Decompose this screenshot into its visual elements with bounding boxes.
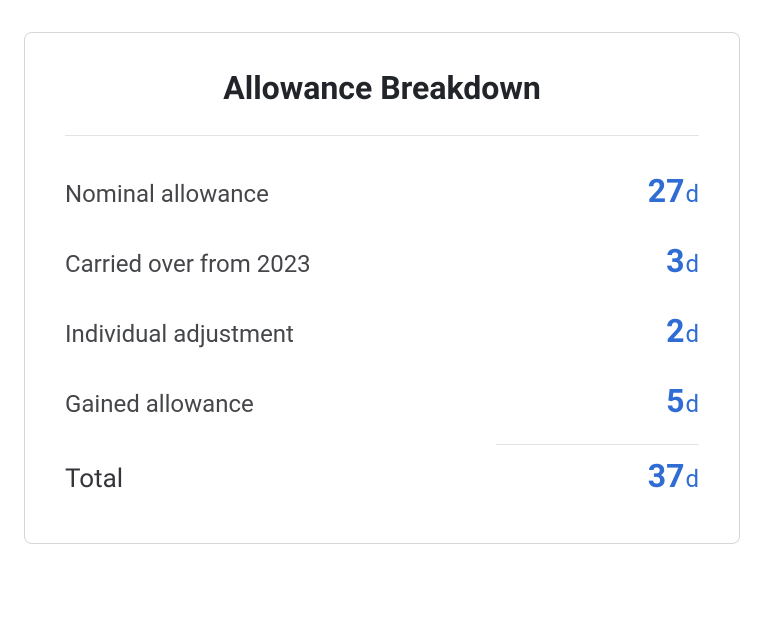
row-value: 2 xyxy=(666,312,684,350)
total-unit: d xyxy=(685,465,699,493)
row-label: Carried over from 2023 xyxy=(65,250,311,278)
allowance-breakdown-card: Allowance Breakdown Nominal allowance 27… xyxy=(24,32,740,544)
table-row: Individual adjustment 2d xyxy=(65,312,699,350)
total-value-wrapper: 37d xyxy=(648,457,699,495)
card-title: Allowance Breakdown xyxy=(65,69,699,107)
row-value-wrapper: 5d xyxy=(666,382,699,420)
row-value: 3 xyxy=(666,242,684,280)
row-unit: d xyxy=(685,180,699,208)
row-label: Individual adjustment xyxy=(65,320,294,348)
row-value: 5 xyxy=(666,382,684,420)
row-label: Nominal allowance xyxy=(65,180,269,208)
row-value: 27 xyxy=(648,172,685,210)
table-row: Gained allowance 5d xyxy=(65,382,699,420)
row-unit: d xyxy=(685,390,699,418)
total-divider xyxy=(496,444,699,445)
total-value: 37 xyxy=(648,457,685,495)
total-label: Total xyxy=(65,464,123,494)
row-value-wrapper: 2d xyxy=(666,312,699,350)
row-value-wrapper: 3d xyxy=(666,242,699,280)
title-divider xyxy=(65,135,699,136)
row-value-wrapper: 27d xyxy=(648,172,699,210)
row-label: Gained allowance xyxy=(65,390,254,418)
row-unit: d xyxy=(685,250,699,278)
table-row: Carried over from 2023 3d xyxy=(65,242,699,280)
row-unit: d xyxy=(685,320,699,348)
table-row: Nominal allowance 27d xyxy=(65,172,699,210)
total-row: Total 37d xyxy=(65,457,699,495)
